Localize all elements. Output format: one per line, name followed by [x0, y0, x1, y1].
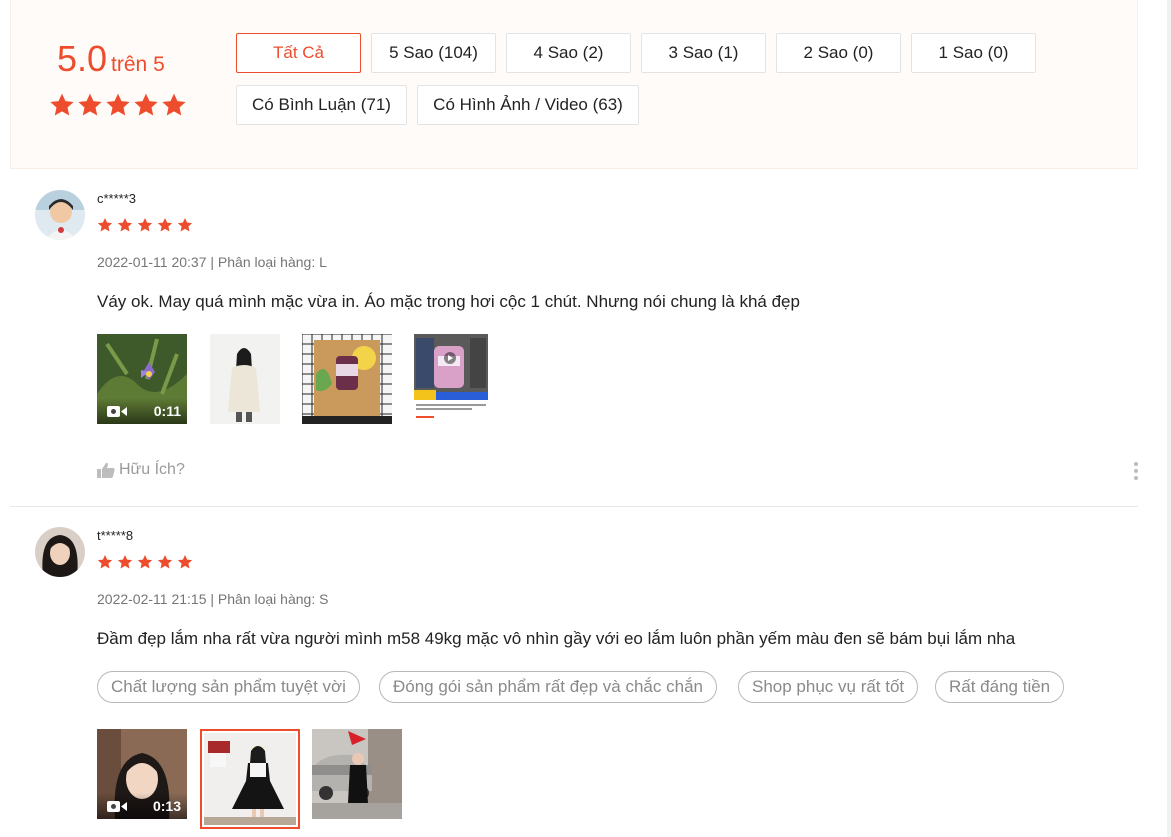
star-icon	[117, 218, 133, 232]
star-icon	[50, 93, 74, 116]
filter-2-stars[interactable]: 2 Sao (0)	[776, 33, 901, 73]
rating-score-value: 5.0	[57, 38, 108, 79]
review-comment: Đầm đẹp lắm nha rất vừa người mình m58 4…	[97, 629, 1016, 648]
review-image-thumbnail[interactable]	[312, 729, 402, 819]
more-options-icon[interactable]	[1134, 462, 1138, 480]
star-icon	[157, 555, 173, 569]
review-video-thumbnail[interactable]: 0:13	[97, 729, 187, 819]
filter-5-stars[interactable]: 5 Sao (104)	[371, 33, 496, 73]
avatar[interactable]	[35, 190, 85, 240]
review-stars	[97, 554, 193, 570]
review-username[interactable]: c*****3	[97, 191, 136, 206]
star-icon	[177, 555, 193, 569]
rating-score-suffix: trên 5	[111, 53, 165, 76]
filter-3-stars[interactable]: 3 Sao (1)	[641, 33, 766, 73]
rating-overview: 5.0 trên 5 Tất Cả 5 Sao (104) 4 Sao (2) 3…	[10, 0, 1138, 169]
video-duration: 0:11	[153, 403, 181, 419]
review-tag: Đóng gói sản phẩm rất đẹp và chắc chắn	[379, 671, 717, 703]
star-icon	[137, 555, 153, 569]
avatar[interactable]	[35, 527, 85, 577]
star-icon	[157, 218, 173, 232]
helpful-button[interactable]: Hữu Ích?	[97, 461, 185, 479]
rating-stars	[49, 92, 187, 118]
review-image-thumbnail[interactable]	[406, 334, 496, 424]
star-icon	[162, 93, 186, 116]
review-meta: 2022-02-11 21:15 | Phân loại hàng: S	[97, 591, 329, 607]
review-item: t*****8 2022-02-11 21:15 | Phân loại hàn…	[10, 517, 1138, 837]
review-comment: Váy ok. May quá mình mặc vừa in. Áo mặc …	[97, 292, 800, 311]
page-scrollbar[interactable]	[1167, 0, 1171, 837]
filter-with-media[interactable]: Có Hình Ảnh / Video (63)	[417, 85, 639, 125]
star-icon	[117, 555, 133, 569]
star-icon	[177, 218, 193, 232]
filter-1-star[interactable]: 1 Sao (0)	[911, 33, 1036, 73]
star-icon	[137, 218, 153, 232]
review-image-thumbnail[interactable]	[210, 334, 280, 424]
review-meta: 2022-01-11 20:37 | Phân loại hàng: L	[97, 254, 327, 270]
star-icon	[134, 93, 158, 116]
star-icon	[97, 218, 113, 232]
review-divider	[10, 506, 1138, 507]
video-camera-icon	[107, 406, 127, 417]
review-image-thumbnail[interactable]	[302, 334, 392, 424]
filter-all[interactable]: Tất Cả	[236, 33, 361, 73]
review-image-thumbnail-selected[interactable]	[200, 729, 300, 829]
filter-4-stars[interactable]: 4 Sao (2)	[506, 33, 631, 73]
helpful-label: Hữu Ích?	[119, 461, 185, 478]
review-stars	[97, 217, 193, 233]
review-tag: Chất lượng sản phẩm tuyệt vời	[97, 671, 360, 703]
thumbs-up-icon	[97, 462, 115, 478]
rating-score: 5.0 trên 5	[57, 38, 165, 80]
review-tag: Rất đáng tiền	[935, 671, 1065, 703]
review-username[interactable]: t*****8	[97, 528, 133, 543]
filter-with-comment[interactable]: Có Bình Luận (71)	[236, 85, 407, 125]
star-icon	[97, 555, 113, 569]
video-duration: 0:13	[152, 798, 181, 814]
video-camera-icon	[107, 801, 127, 812]
star-icon	[78, 93, 102, 116]
review-tag: Shop phục vụ rất tốt	[738, 671, 919, 703]
review-item: c*****3 2022-01-11 20:37 | Phân loại hàn…	[10, 180, 1138, 506]
review-video-thumbnail[interactable]: 0:11	[97, 334, 187, 424]
star-icon	[106, 93, 130, 116]
